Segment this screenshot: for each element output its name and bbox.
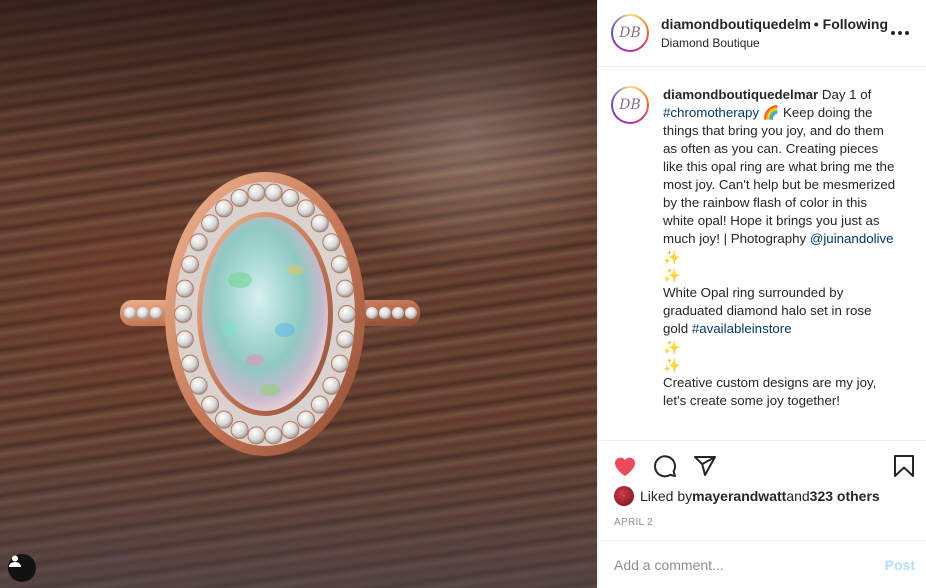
header-separator: • — [813, 16, 819, 32]
caption-segments: Day 1 of #chromotherapy 🌈 Keep doing the… — [663, 87, 895, 246]
avatar-initials: DB — [613, 88, 647, 122]
likes-middle: and — [786, 488, 810, 504]
share-button[interactable] — [692, 453, 718, 479]
comment-input[interactable] — [614, 556, 885, 573]
halo-diamond — [264, 183, 283, 202]
post-date[interactable]: APRIL 2 — [614, 517, 653, 528]
halo-diamond — [230, 421, 249, 440]
caption-text-segment: 🌈 Keep doing the things that bring you j… — [663, 105, 896, 246]
halo-diamond — [336, 330, 355, 349]
caption-area: DB diamondboutiquedelmar Day 1 of #chrom… — [598, 68, 926, 440]
mention-link[interactable]: @juinandolive — [810, 231, 894, 246]
halo-diamond — [247, 426, 266, 445]
halo-diamond — [322, 233, 341, 252]
like-button[interactable] — [612, 453, 638, 479]
halo-diamond — [181, 354, 200, 373]
tagged-user-button[interactable] — [8, 554, 36, 582]
likes-prefix: Liked by — [640, 488, 693, 504]
hashtag-link[interactable]: #availableinstore — [692, 321, 792, 336]
profile-avatar[interactable]: DB — [611, 14, 649, 52]
sparkle-emoji: ✨ — [663, 339, 681, 355]
liker-avatar[interactable] — [614, 486, 634, 506]
halo-diamond — [310, 214, 329, 233]
sparkle-emoji: ✨ — [663, 249, 681, 265]
comment-icon — [654, 454, 677, 477]
halo-diamond — [181, 255, 200, 274]
halo-diamond — [175, 279, 194, 298]
share-icon — [694, 455, 716, 476]
likes-others-link[interactable]: 323 others — [810, 488, 880, 504]
post-side-panel: DB diamondboutiquedelm • Following Diamo… — [597, 0, 926, 588]
halo-diamond — [247, 183, 266, 202]
more-horizontal-icon — [891, 31, 909, 35]
post-header: DB diamondboutiquedelm • Following Diamo… — [598, 0, 926, 67]
post-photo[interactable] — [0, 0, 597, 588]
halo-diamond — [330, 354, 349, 373]
halo-diamond — [310, 395, 329, 414]
hashtag-link[interactable]: #chromotherapy — [663, 105, 759, 120]
caption-text: diamondboutiquedelmar Day 1 of #chromoth… — [663, 86, 897, 440]
halo-diamond — [338, 305, 356, 323]
halo-diamond — [201, 395, 220, 414]
halo-diamond — [175, 330, 194, 349]
ring-illustration — [120, 172, 420, 456]
comment-bar: Post — [598, 540, 926, 588]
halo-diamond — [174, 305, 192, 323]
halo-diamond — [230, 188, 249, 207]
halo-diamond — [189, 233, 208, 252]
halo-diamond — [215, 410, 233, 429]
halo-diamond — [297, 410, 315, 429]
halo-diamond — [264, 426, 283, 445]
halo-diamond — [281, 188, 300, 207]
liker-username[interactable]: mayerandwatt — [692, 488, 786, 504]
sparkle-emoji: ✨ — [663, 357, 681, 373]
caption-text-segment: Day 1 of — [818, 87, 872, 102]
header-username[interactable]: diamondboutiquedelm — [661, 16, 810, 32]
likes-summary: Liked by mayerandwatt and 323 others — [614, 486, 880, 506]
following-button[interactable]: Following — [823, 16, 888, 32]
post-comment-button[interactable]: Post — [885, 557, 915, 573]
bookmark-icon — [894, 454, 914, 477]
halo-diamond — [322, 376, 341, 395]
location-link[interactable]: Diamond Boutique — [661, 36, 888, 50]
halo-diamond — [297, 199, 315, 218]
avatar-initials: DB — [613, 16, 647, 50]
caption-avatar[interactable]: DB — [611, 86, 649, 124]
caption-line3: Creative custom designs are my joy, let'… — [663, 375, 877, 408]
halo-diamond — [215, 199, 233, 218]
user-icon — [9, 555, 21, 567]
halo-diamond — [281, 421, 300, 440]
sparkle-emoji: ✨ — [663, 267, 681, 283]
opal-stone — [202, 217, 328, 411]
more-options-button[interactable] — [888, 21, 912, 45]
halo-diamond — [330, 255, 349, 274]
comment-button[interactable] — [652, 453, 678, 479]
caption-username[interactable]: diamondboutiquedelmar — [663, 87, 818, 102]
header-names: diamondboutiquedelm • Following Diamond … — [661, 16, 888, 50]
action-bar — [598, 440, 926, 490]
halo-diamond — [189, 376, 208, 395]
halo-diamond — [336, 279, 355, 298]
save-button[interactable] — [891, 453, 917, 479]
halo-diamond — [201, 214, 220, 233]
heart-filled-icon — [615, 457, 635, 476]
